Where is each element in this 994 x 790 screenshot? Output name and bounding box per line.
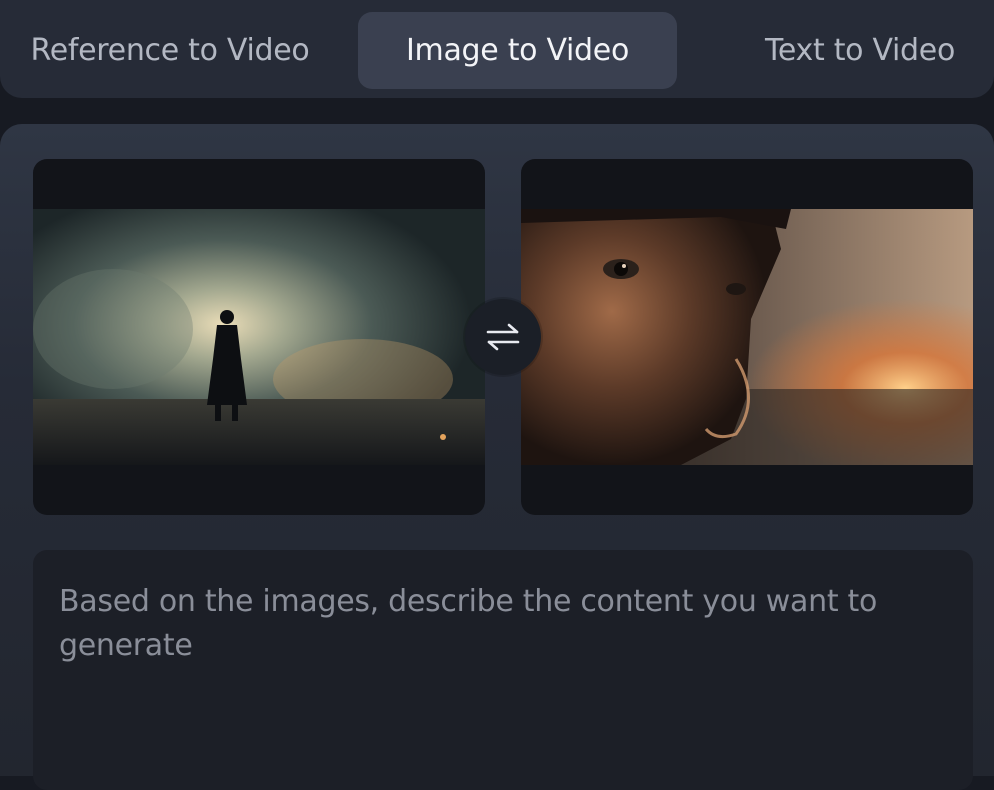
prompt-textarea[interactable]: Based on the images, describe the conten… (33, 550, 973, 790)
tab-label: Reference to Video (30, 33, 310, 68)
tab-label: Text to Video (764, 33, 956, 68)
mode-tab-bar: Reference to Video Image to Video Text t… (0, 0, 994, 98)
swap-images-button[interactable] (465, 299, 541, 375)
misty-silhouette-image (33, 209, 485, 465)
last-frame-image-slot[interactable] (521, 159, 973, 515)
tab-image-to-video[interactable]: Image to Video (358, 12, 677, 89)
tab-label: Image to Video (406, 33, 629, 68)
swap-arrows-icon (486, 323, 520, 351)
tab-text-to-video[interactable]: Text to Video (740, 12, 980, 89)
first-frame-image-slot[interactable] (33, 159, 485, 515)
prompt-placeholder: Based on the images, describe the conten… (59, 584, 878, 663)
close-up-face-image (521, 209, 973, 465)
tab-reference-to-video[interactable]: Reference to Video (20, 12, 320, 89)
